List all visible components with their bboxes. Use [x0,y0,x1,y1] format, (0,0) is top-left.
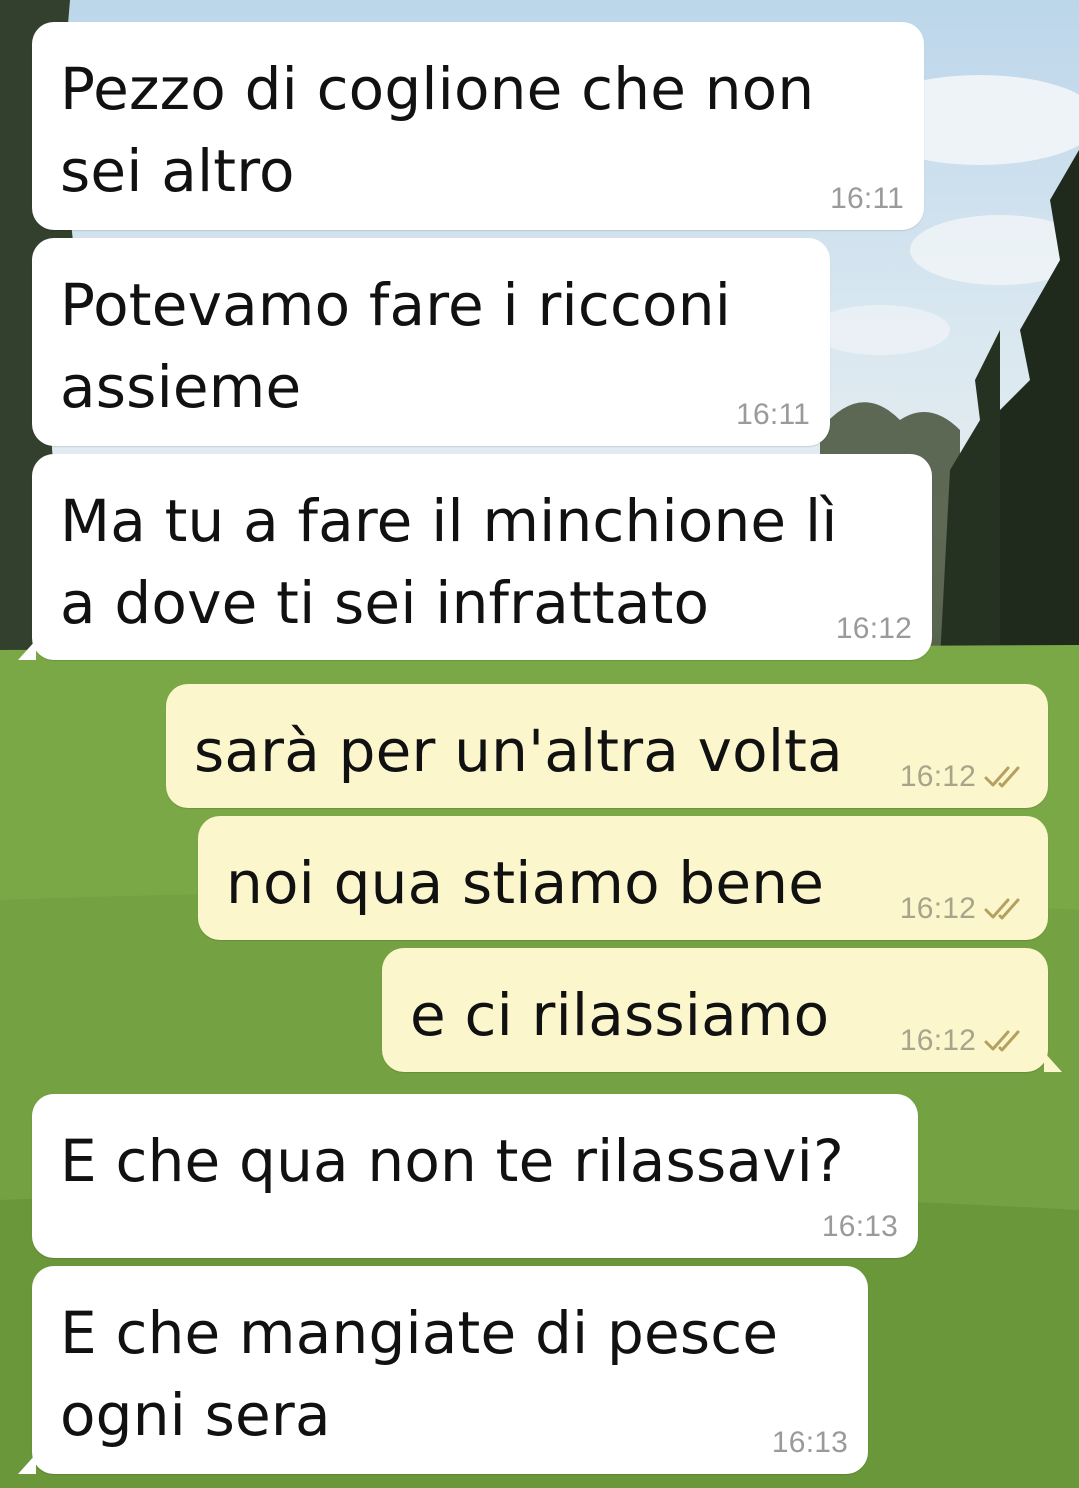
message-meta: 16:12 [900,1024,1028,1058]
message-text: Ma tu a fare il minchione lì a dove ti s… [60,487,838,637]
message-incoming[interactable]: Ma tu a fare il minchione lì a dove ti s… [18,454,932,660]
message-text: Potevamo fare i ricconi assieme [60,271,732,421]
message-incoming[interactable]: E che qua non te rilassavi? 16:13 [32,1094,918,1258]
message-timestamp: 16:11 [736,398,810,431]
message-timestamp: 16:13 [771,1426,848,1459]
message-text: E che mangiate di pesce ogni sera [60,1299,779,1449]
message-outgoing[interactable]: sarà per un'altra volta 16:12 [166,684,1048,808]
message-meta: 16:11 [830,182,904,216]
message-timestamp: 16:12 [899,760,976,793]
message-text: Pezzo di coglione che non sei altro [60,55,815,205]
message-meta: 16:13 [822,1210,898,1244]
message-incoming[interactable]: Potevamo fare i ricconi assieme 16:11 [32,238,830,446]
message-outgoing[interactable]: e ci rilassiamo 16:12 [382,948,1062,1072]
message-meta: 16:13 [772,1426,848,1460]
double-check-icon [984,898,1020,920]
message-meta: 16:11 [736,398,810,432]
message-timestamp: 16:12 [899,1024,976,1057]
message-meta: 16:12 [900,760,1028,794]
message-timestamp: 16:12 [835,612,912,645]
double-check-icon [984,766,1020,788]
message-text: sarà per un'altra volta [194,717,843,785]
message-incoming[interactable]: E che mangiate di pesce ogni sera 16:13 [18,1266,868,1474]
message-timestamp: 16:12 [899,892,976,925]
message-list[interactable]: Pezzo di coglione che non sei altro 16:1… [0,0,1079,1488]
message-meta: 16:12 [900,892,1028,926]
message-timestamp: 16:11 [830,182,904,215]
double-check-icon [984,1030,1020,1052]
message-outgoing[interactable]: noi qua stiamo bene 16:12 [198,816,1048,940]
message-incoming[interactable]: Pezzo di coglione che non sei altro 16:1… [32,22,924,230]
message-text: E che qua non te rilassavi? [60,1127,844,1195]
message-timestamp: 16:13 [821,1210,898,1243]
message-meta: 16:12 [836,612,912,646]
